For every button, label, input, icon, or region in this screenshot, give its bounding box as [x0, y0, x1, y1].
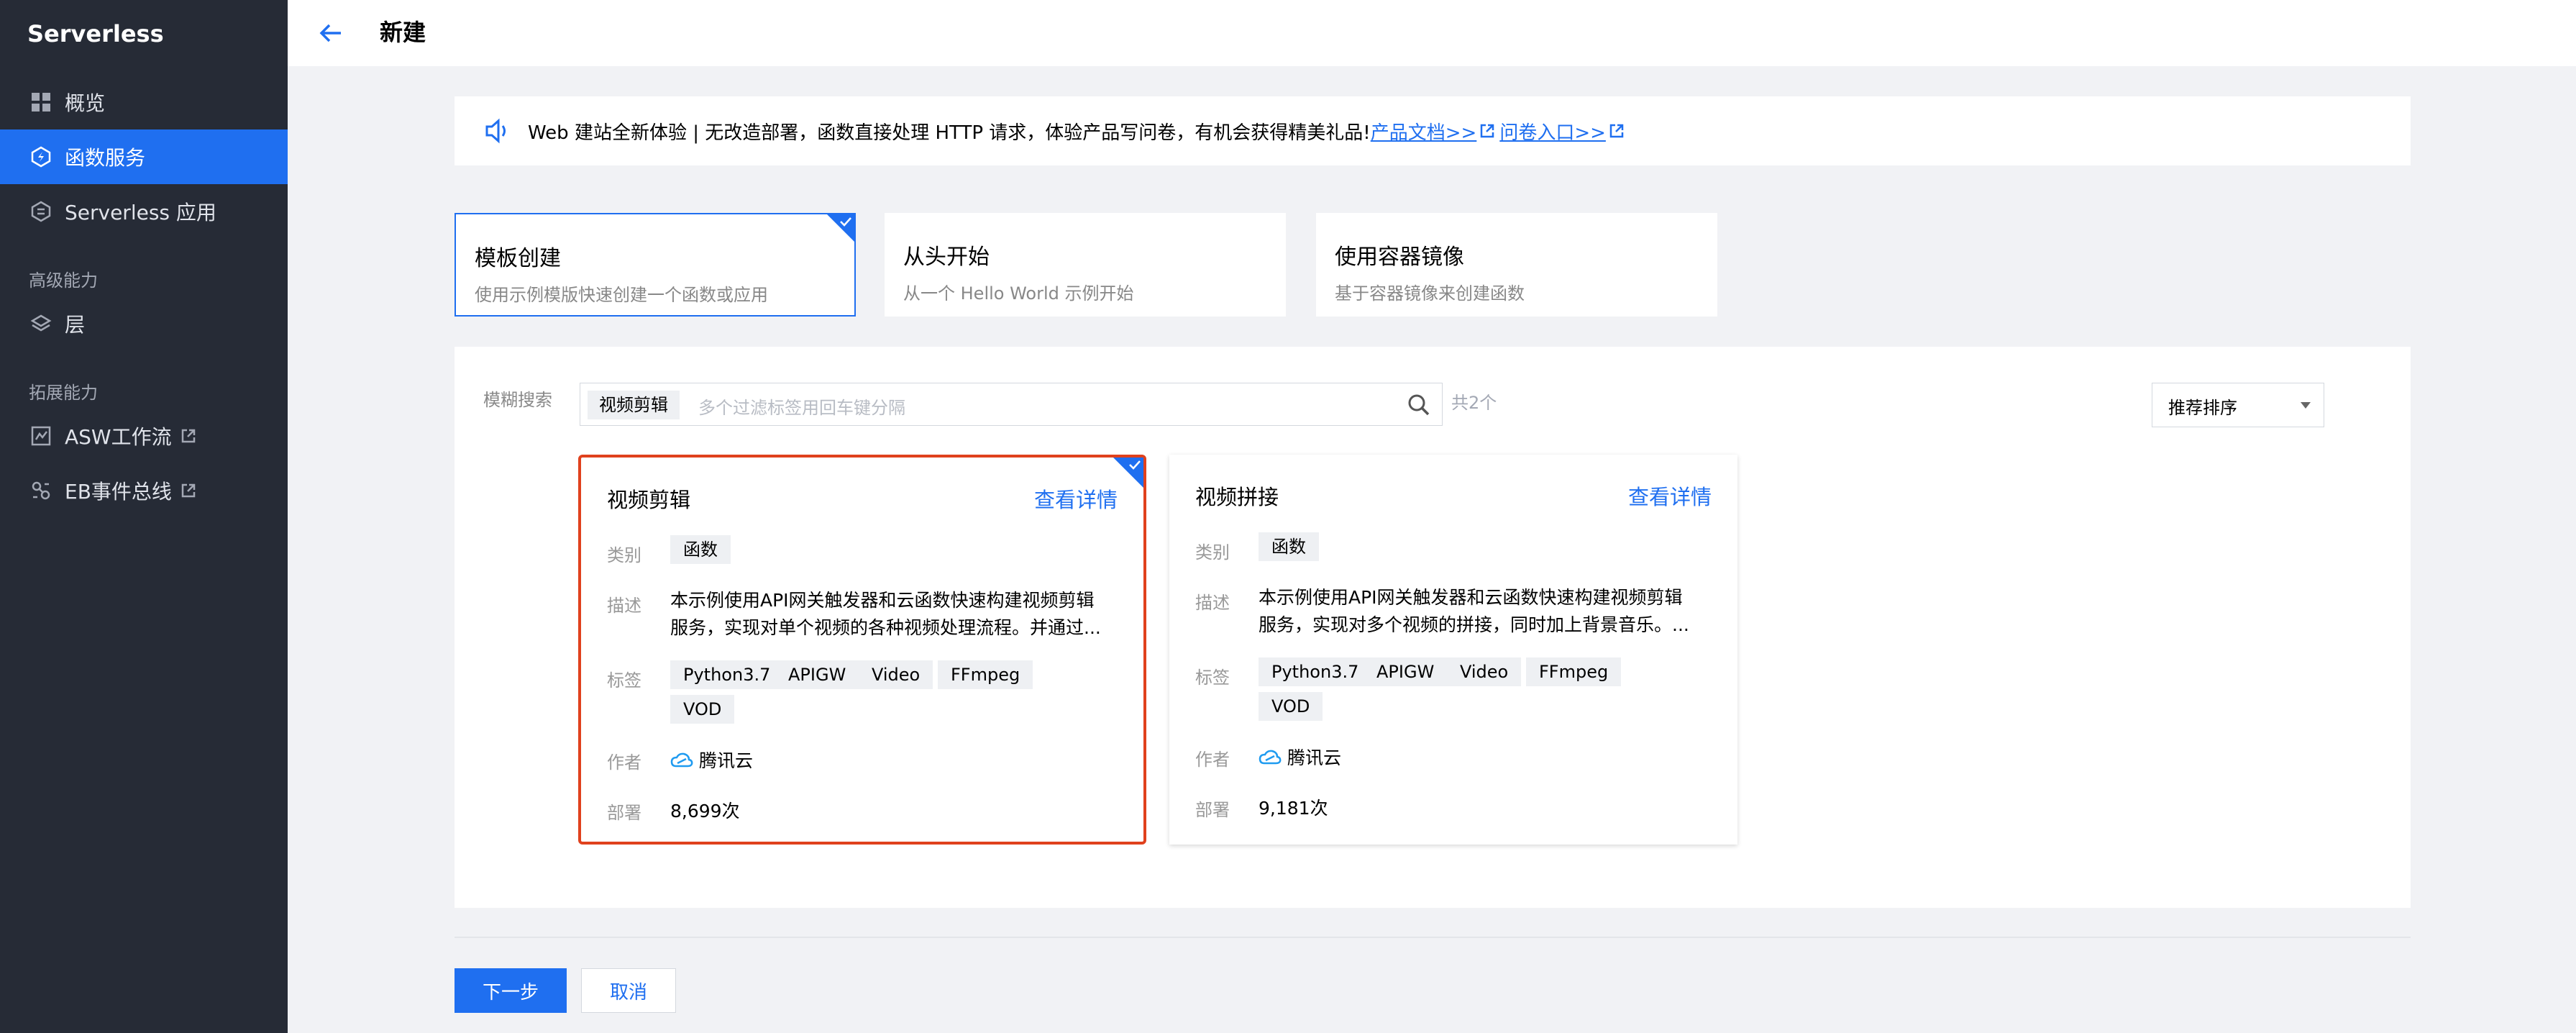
tag-chip: APIGW [1364, 657, 1448, 686]
filter-tag[interactable]: 视频剪辑 [588, 391, 680, 419]
sidebar-item-functions[interactable]: 函数服务 [0, 129, 288, 184]
external-link-icon [181, 483, 196, 498]
external-link-icon [181, 429, 195, 443]
tag-chip: VOD [1259, 692, 1323, 721]
external-link-icon [1609, 124, 1624, 138]
template-description: 本示例使用API网关触发器和云函数快速构建视频剪辑服务，实现对单个视频的各种视频… [670, 590, 1101, 638]
sidebar-item-label: ASW工作流 [65, 425, 172, 449]
description-label: 描述 [607, 596, 641, 616]
tag-chip: Video [1447, 657, 1522, 686]
mode-from-scratch[interactable]: 从头开始 从一个 Hello World 示例开始 [885, 213, 1286, 317]
author-name: 腾讯云 [699, 750, 754, 771]
tags-label: 标签 [1195, 668, 1230, 688]
sidebar-item-label: EB事件总线 [65, 480, 172, 504]
sidebar-item-asw-workflow[interactable]: ASW工作流 [0, 409, 288, 463]
template-title: 视频拼接 [1195, 485, 1279, 509]
selected-check-icon [1113, 458, 1143, 488]
sidebar: Serverless 概览 函数服务 Serverless 应用 高级能力 层 … [0, 0, 288, 1033]
sidebar-item-serverless-app[interactable]: Serverless 应用 [0, 184, 288, 239]
deploy-label: 部署 [607, 803, 641, 823]
author-name: 腾讯云 [1287, 747, 1342, 768]
layers-icon [29, 311, 53, 336]
view-details-link[interactable]: 查看详情 [1628, 481, 1712, 511]
author: 腾讯云 [670, 747, 753, 773]
author-label: 作者 [607, 752, 641, 773]
deploy-label: 部署 [1195, 800, 1230, 820]
next-button[interactable]: 下一步 [455, 968, 567, 1013]
page-header: 新建 [288, 0, 2576, 66]
deploy-count: 8,699次 [670, 801, 740, 822]
search-input[interactable]: 视频剪辑 多个过滤标签用回车键分隔 [580, 383, 1443, 426]
notice-banner: Web 建站全新体验 | 无改造部署，函数直接处理 HTTP 请求，体验产品写问… [455, 96, 2411, 165]
mode-title: 从头开始 [903, 245, 990, 270]
brand-title: Serverless [27, 20, 164, 47]
search-label: 模糊搜索 [483, 390, 552, 410]
template-panel: 模糊搜索 视频剪辑 多个过滤标签用回车键分隔 共2个 推荐排序 视频剪辑 查看详… [455, 347, 2411, 908]
sort-value: 推荐排序 [2168, 398, 2237, 418]
template-card[interactable]: 视频剪辑 查看详情 类别 函数 描述 本示例使用API网关触发器和云函数快速构建… [578, 455, 1146, 845]
function-icon [29, 145, 53, 169]
mode-title: 模板创建 [475, 246, 561, 271]
mode-template[interactable]: 模板创建 使用示例模版快速创建一个函数或应用 [455, 213, 856, 317]
tag-chip: Video [859, 660, 933, 689]
tag-chip: APIGW [775, 660, 859, 689]
tencent-cloud-icon [670, 752, 693, 768]
category-chip: 函数 [670, 535, 731, 564]
external-link-icon [1481, 124, 1494, 138]
product-docs-link[interactable]: 产品文档>> [1371, 118, 1477, 145]
search-icon[interactable] [1406, 392, 1432, 418]
category-label: 类别 [607, 545, 641, 565]
selected-check-icon [827, 214, 854, 242]
section-label-advanced: 高级能力 [29, 270, 98, 291]
template-title: 视频剪辑 [607, 488, 691, 512]
sidebar-item-layers[interactable]: 层 [0, 296, 288, 351]
workflow-icon [29, 424, 53, 448]
view-details-link[interactable]: 查看详情 [1034, 483, 1118, 514]
result-count: 共2个 [1451, 393, 1497, 413]
mode-desc: 使用示例模版快速创建一个函数或应用 [475, 285, 768, 305]
section-label-extensions: 拓展能力 [29, 383, 98, 403]
page-title: 新建 [380, 19, 426, 46]
event-bus-icon [29, 478, 53, 503]
tencent-cloud-icon [1259, 750, 1282, 765]
notice-text: Web 建站全新体验 | 无改造部署，函数直接处理 HTTP 请求，体验产品写问… [528, 122, 1371, 144]
cancel-button[interactable]: 取消 [581, 968, 676, 1013]
sidebar-item-label: 层 [65, 313, 86, 337]
sort-select[interactable]: 推荐排序 [2152, 383, 2324, 427]
tag-chip: Python3.7 [670, 660, 784, 689]
template-card[interactable]: 视频拼接 查看详情 类别 函数 描述 本示例使用API网关触发器和云函数快速构建… [1169, 455, 1737, 845]
sidebar-item-overview[interactable]: 概览 [0, 75, 288, 129]
deploy-count: 9,181次 [1259, 798, 1328, 819]
author-label: 作者 [1195, 750, 1230, 770]
template-description: 本示例使用API网关触发器和云函数快速构建视频剪辑服务，实现对多个视频的拼接，同… [1259, 587, 1689, 635]
description-label: 描述 [1195, 593, 1230, 613]
divider [455, 937, 2411, 938]
mode-container-image[interactable]: 使用容器镜像 基于容器镜像来创建函数 [1316, 213, 1717, 317]
tag-chip: Python3.7 [1259, 657, 1372, 686]
tag-chip: VOD [670, 695, 735, 724]
hexagon-app-icon [29, 199, 53, 224]
sidebar-item-eb-event-bus[interactable]: EB事件总线 [0, 463, 288, 518]
author: 腾讯云 [1259, 744, 1341, 770]
mode-desc: 基于容器镜像来创建函数 [1335, 283, 1525, 304]
sidebar-item-label: 概览 [65, 91, 106, 115]
chevron-down-icon [2301, 402, 2311, 409]
mode-desc: 从一个 Hello World 示例开始 [903, 283, 1134, 304]
category-chip: 函数 [1259, 532, 1319, 561]
mode-title: 使用容器镜像 [1335, 245, 1464, 270]
back-button[interactable] [314, 16, 348, 50]
sidebar-item-label: Serverless 应用 [65, 201, 216, 224]
tags-label: 标签 [607, 670, 641, 691]
sidebar-item-label: 函数服务 [65, 146, 146, 170]
tag-chip: FFmpeg [1526, 657, 1622, 686]
arrow-left-icon [319, 24, 341, 42]
search-placeholder: 多个过滤标签用回车键分隔 [698, 398, 905, 418]
grid-icon [29, 90, 53, 114]
tag-chip: FFmpeg [938, 660, 1033, 689]
category-label: 类别 [1195, 542, 1230, 563]
survey-link[interactable]: 问卷入口>> [1499, 118, 1606, 145]
speaker-icon [485, 118, 506, 144]
